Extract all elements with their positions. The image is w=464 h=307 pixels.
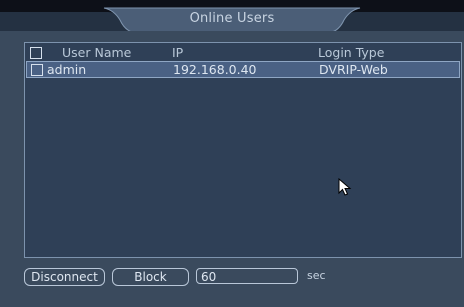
block-button[interactable]: Block — [112, 268, 189, 286]
block-time-input[interactable]: 60 — [196, 268, 298, 284]
disconnect-button[interactable]: Disconnect — [24, 268, 105, 286]
select-all-checkbox[interactable] — [30, 47, 42, 59]
online-users-window: Online Users User Name IP Login Type adm… — [0, 0, 464, 307]
column-header-login-type[interactable]: Login Type — [318, 45, 384, 60]
mouse-pointer-icon — [338, 178, 352, 196]
column-header-user-name[interactable]: User Name — [62, 45, 131, 60]
block-time-unit: sec — [307, 269, 326, 282]
online-users-table: User Name IP Login Type admin 192.168.0.… — [24, 42, 462, 258]
row-user-name: admin — [47, 62, 87, 77]
row-login-type: DVRIP-Web — [319, 62, 388, 77]
window-title: Online Users — [189, 11, 275, 26]
title-bar: Online Users — [0, 0, 464, 33]
row-ip: 192.168.0.40 — [173, 62, 257, 77]
column-header-ip[interactable]: IP — [172, 45, 183, 60]
table-row[interactable]: admin 192.168.0.40 DVRIP-Web — [26, 61, 460, 78]
row-checkbox[interactable] — [31, 64, 43, 76]
table-header-row: User Name IP Login Type — [26, 45, 460, 60]
